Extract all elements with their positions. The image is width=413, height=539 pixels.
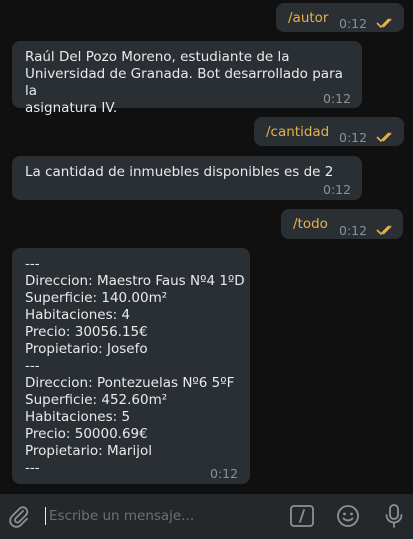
message-text: Raúl Del Pozo Moreno, estudiante de la U… [25, 49, 343, 116]
read-receipt-icon [376, 132, 392, 143]
read-receipt-icon [376, 18, 392, 29]
message-time: 0:12 [339, 130, 368, 145]
command-text[interactable]: /cantidad [266, 124, 329, 141]
outgoing-message[interactable]: /autor 0:12 [276, 3, 404, 32]
chat-history[interactable]: /autor 0:12 Raúl Del Pozo Moreno, estudi… [0, 0, 413, 494]
incoming-message: La cantidad de inmuebles disponibles es … [12, 156, 362, 200]
command-text[interactable]: /todo [293, 216, 328, 233]
message-composer: Escribe un mensaje... [0, 494, 413, 539]
message-time: 0:12 [323, 91, 352, 106]
message-time: 0:12 [210, 466, 239, 481]
message-time: 0:12 [323, 182, 352, 197]
microphone-icon[interactable] [381, 503, 407, 529]
outgoing-message[interactable]: /cantidad 0:12 [254, 117, 404, 146]
message-input[interactable]: Escribe un mensaje... [49, 508, 194, 524]
read-receipt-icon [376, 225, 392, 236]
text-caret [45, 507, 46, 525]
incoming-message: --- Direccion: Maestro Faus Nº4 1ºD Supe… [12, 248, 250, 484]
slash-command-icon[interactable] [289, 503, 315, 529]
emoji-icon[interactable] [335, 503, 361, 529]
outgoing-message[interactable]: /todo 0:12 [281, 209, 403, 239]
incoming-message: Raúl Del Pozo Moreno, estudiante de la U… [12, 41, 362, 116]
message-text: --- Direccion: Maestro Faus Nº4 1ºD Supe… [25, 256, 245, 476]
message-time: 0:12 [339, 223, 368, 238]
message-text: La cantidad de inmuebles disponibles es … [25, 164, 334, 180]
paperclip-icon[interactable] [6, 503, 32, 529]
command-text[interactable]: /autor [288, 10, 328, 27]
message-time: 0:12 [339, 16, 368, 31]
